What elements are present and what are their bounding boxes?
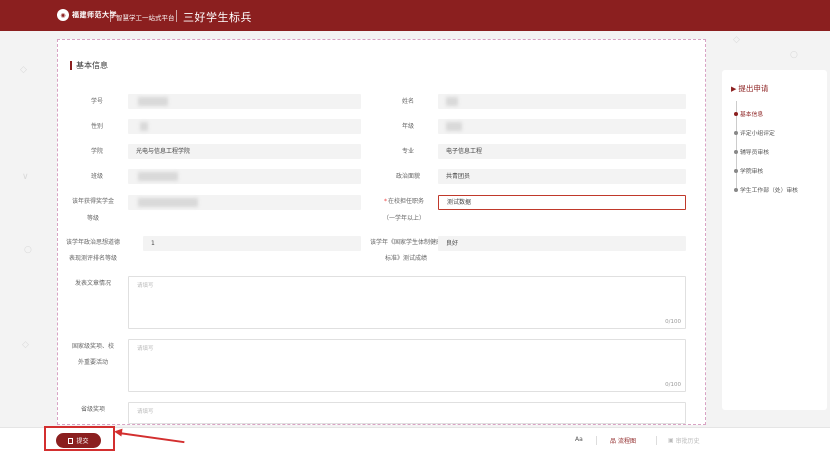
scholarship-label-line2: 等级 <box>86 215 99 222</box>
ideology-rank-field[interactable]: 1 <box>143 236 361 251</box>
national-awards-char-count: 0/100 <box>665 382 681 388</box>
section-marker <box>70 61 72 70</box>
sidenav-item-student-affairs-review[interactable]: 学生工作部（处）审核 <box>740 185 798 194</box>
grade-label: 年级 <box>401 123 414 130</box>
redacted-value <box>138 97 168 106</box>
toolbar-divider <box>596 436 597 445</box>
grade-field[interactable] <box>438 119 686 134</box>
step-dot <box>734 150 738 154</box>
scholarship-field[interactable] <box>128 195 361 210</box>
health-score-label: 该学年《国家学生体制健康 <box>370 239 443 246</box>
position-label-line2: （一学年以上） <box>382 215 425 222</box>
annotation-highlight-box <box>44 426 115 451</box>
sidenav-item-college-review[interactable]: 学院审核 <box>740 166 763 175</box>
national-awards-textarea[interactable]: 请填写 0/100 <box>128 339 686 392</box>
political-label: 政治面貌 <box>395 173 420 180</box>
decor-diamond-icon: ◇ <box>22 340 29 350</box>
font-size-button[interactable]: Aa <box>575 436 583 443</box>
flowchart-label: 流程图 <box>618 438 637 445</box>
annotation-arrow-icon <box>113 427 123 437</box>
history-label: 审批历史 <box>675 438 700 445</box>
national-awards-label: 国家级奖项、校 <box>71 343 114 350</box>
seal-icon: ◉ <box>57 9 69 21</box>
redacted-value <box>140 122 148 131</box>
history-icon: ▣ <box>668 437 674 444</box>
articles-label: 发表文章情况 <box>74 280 111 287</box>
decor-chevron-icon: ∨ <box>22 172 29 182</box>
flowchart-icon: 品 <box>610 438 617 445</box>
major-label: 专业 <box>401 148 414 155</box>
ideology-rank-label: 该学年政治思想道德 <box>65 239 120 246</box>
major-field[interactable]: 电子信息工程 <box>438 144 686 159</box>
section-title: 基本信息 <box>70 60 108 71</box>
student-id-field[interactable] <box>128 94 361 109</box>
scholarship-label: 该年获得奖学金 <box>71 198 114 205</box>
articles-textarea[interactable]: 请填写 0/100 <box>128 276 686 329</box>
triangle-right-icon: ▶ <box>731 84 737 93</box>
health-score-field[interactable]: 良好 <box>438 236 686 251</box>
top-header: ◉ 福建师范大学 智慧学工一站式平台 三好学生标兵 <box>0 0 830 31</box>
ideology-rank-label-line2: 表现测评排名等级 <box>68 255 117 262</box>
bottom-toolbar: 提交 Aa 品 流程图 ▣ 审批历史 <box>0 427 830 451</box>
redacted-value <box>446 122 462 131</box>
step-dot <box>734 169 738 173</box>
provincial-awards-label: 省级奖项 <box>80 406 105 413</box>
sidenav-item-committee-review[interactable]: 评定小组评定 <box>740 128 775 137</box>
platform-name: 智慧学工一站式平台 <box>116 14 175 22</box>
gender-field[interactable] <box>128 119 361 134</box>
college-field[interactable]: 光电与信息工程学院 <box>128 144 361 159</box>
step-dot <box>734 188 738 192</box>
name-field[interactable] <box>438 94 686 109</box>
redacted-value <box>138 198 198 207</box>
national-awards-label-line2: 外重要活动 <box>77 359 108 366</box>
toolbar-divider <box>656 436 657 445</box>
university-logo: ◉ 福建师范大学 <box>57 9 117 21</box>
sidenav-title[interactable]: ▶ 提出申请 <box>731 83 768 94</box>
header-divider <box>110 10 111 22</box>
gender-label: 性别 <box>90 123 103 130</box>
sidenav-item-counselor-review[interactable]: 辅导员审核 <box>740 147 769 156</box>
decor-circle-icon: ○ <box>790 50 798 60</box>
header-divider <box>176 10 177 22</box>
sidenav-title-text: 提出申请 <box>738 84 769 93</box>
position-input[interactable]: 测试数据 <box>438 195 686 210</box>
progress-sidenav: ▶ 提出申请 基本信息 评定小组评定 辅导员审核 学院审核 学生工作部（处）审核 <box>722 70 827 410</box>
flowchart-button[interactable]: 品 流程图 <box>610 436 636 445</box>
political-field[interactable]: 共青团员 <box>438 169 686 184</box>
approval-history-button[interactable]: ▣ 审批历史 <box>668 436 700 445</box>
position-label: *在校担任职务 <box>373 195 435 208</box>
articles-char-count: 0/100 <box>665 319 681 325</box>
section-title-text: 基本信息 <box>76 61 108 70</box>
class-label: 班级 <box>90 173 103 180</box>
provincial-awards-textarea[interactable]: 请填写 <box>128 402 686 424</box>
provincial-awards-placeholder: 请填写 <box>137 409 154 415</box>
step-dot <box>734 131 738 135</box>
class-field[interactable] <box>128 169 361 184</box>
form-card: 基本信息 学号 姓名 性别 年级 学院 光电与信息工程学院 专业 电子信息工程 … <box>57 39 706 425</box>
name-label: 姓名 <box>401 98 414 105</box>
required-mark: * <box>383 198 387 205</box>
articles-placeholder: 请填写 <box>137 283 154 289</box>
college-label: 学院 <box>90 148 103 155</box>
national-awards-placeholder: 请填写 <box>137 346 154 352</box>
redacted-value <box>446 97 458 106</box>
decor-diamond-icon: ◇ <box>20 65 27 75</box>
redacted-value <box>138 172 178 181</box>
sidenav-item-basic-info[interactable]: 基本信息 <box>740 109 763 118</box>
position-label-text: 在校担任职务 <box>387 198 424 205</box>
app-title: 三好学生标兵 <box>183 11 252 24</box>
health-score-label-line2: 标准》测试成绩 <box>384 255 427 262</box>
step-dot <box>734 112 738 116</box>
decor-circle-icon: ○ <box>24 245 32 255</box>
student-id-label: 学号 <box>90 98 103 105</box>
decor-diamond-icon: ◇ <box>733 35 740 45</box>
